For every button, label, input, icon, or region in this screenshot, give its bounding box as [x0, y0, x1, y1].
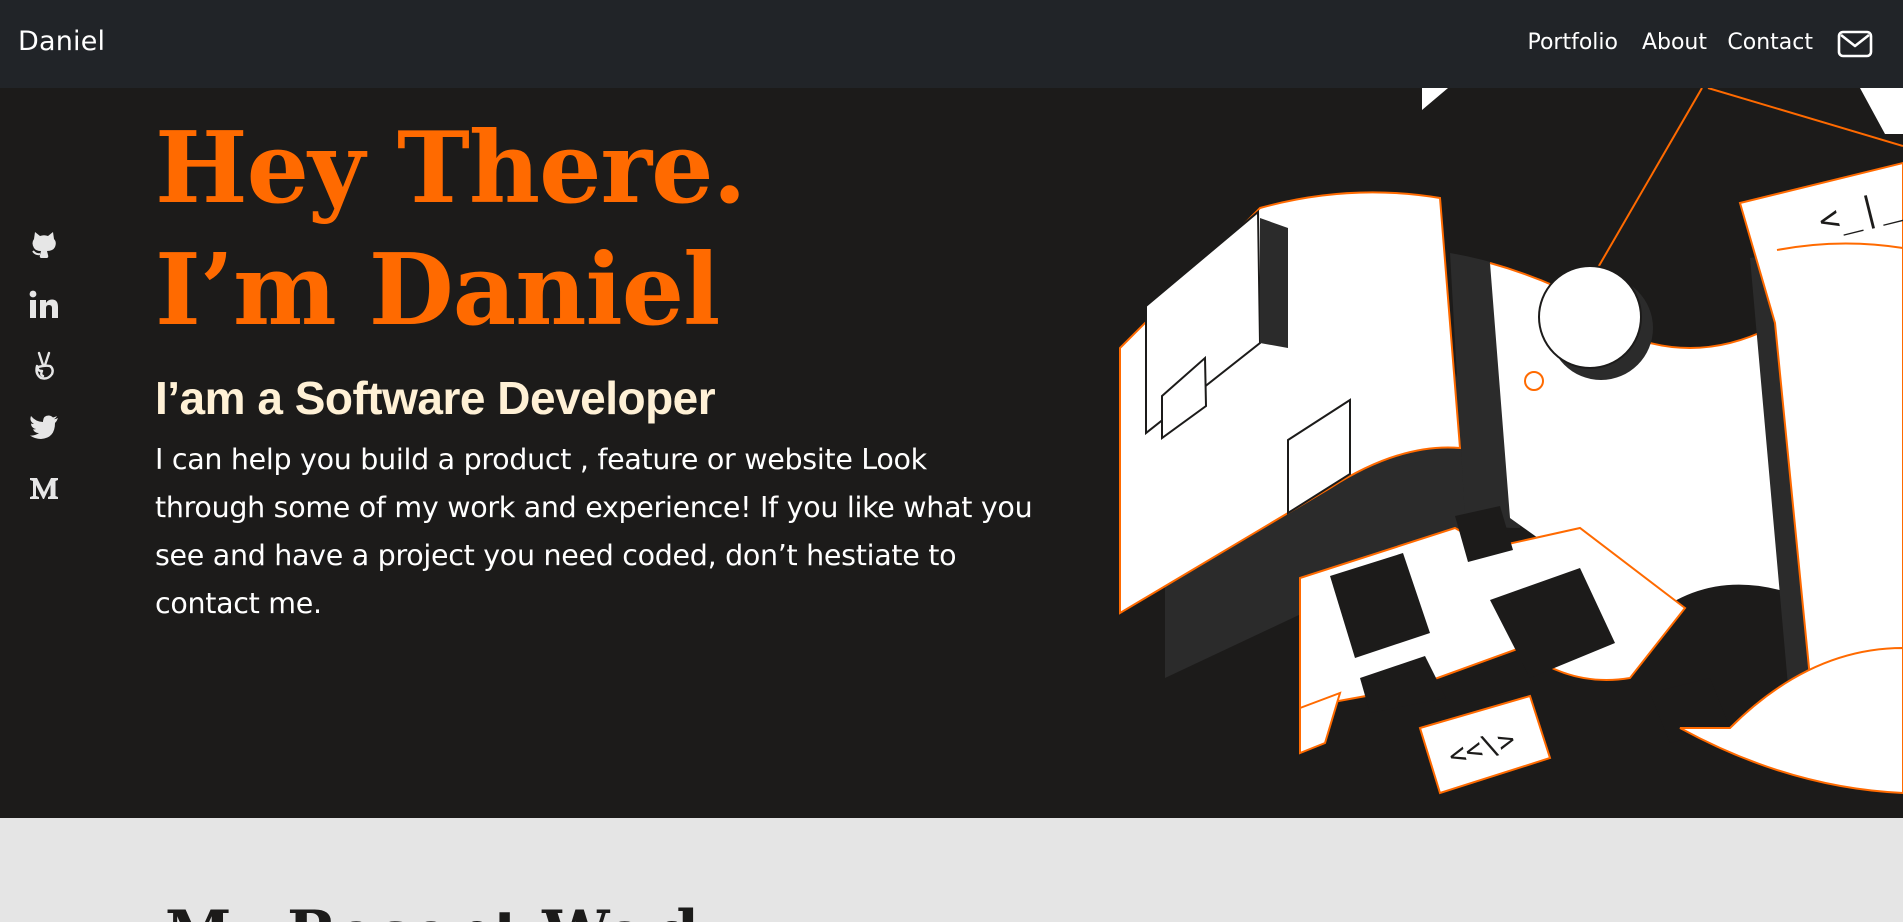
hero-illustration: <_|_ <<\>: [1119, 88, 1903, 795]
linkedin-icon[interactable]: [28, 289, 60, 321]
twitter-icon[interactable]: [28, 411, 60, 443]
recent-work-section: My Recent Work: [0, 818, 1903, 922]
brand-logo[interactable]: Daniel: [18, 26, 105, 57]
nav-contact-link[interactable]: Contact: [1727, 30, 1813, 55]
mail-icon[interactable]: [1837, 28, 1873, 60]
recent-work-title: My Recent Work: [165, 898, 718, 922]
hero-headline: Hey There. I’m Daniel: [155, 108, 747, 352]
hero-bio: I can help you build a product , feature…: [155, 443, 1033, 620]
medium-icon[interactable]: [28, 472, 60, 504]
github-icon[interactable]: [28, 228, 60, 260]
nav-about-link[interactable]: About: [1642, 30, 1707, 55]
social-links: [28, 228, 62, 533]
navbar: Daniel Portfolio About Contact: [0, 0, 1903, 88]
nav-portfolio-link[interactable]: Portfolio: [1527, 30, 1618, 55]
headline-line-1: Hey There.: [155, 111, 747, 226]
hero-subtitle: I’am a Software Developer: [155, 372, 716, 424]
headline-line-2: I’m Daniel: [155, 233, 720, 348]
hero-section: Hey There. I’m Daniel I’am a Software De…: [0, 88, 1903, 818]
angellist-icon[interactable]: [28, 350, 60, 382]
